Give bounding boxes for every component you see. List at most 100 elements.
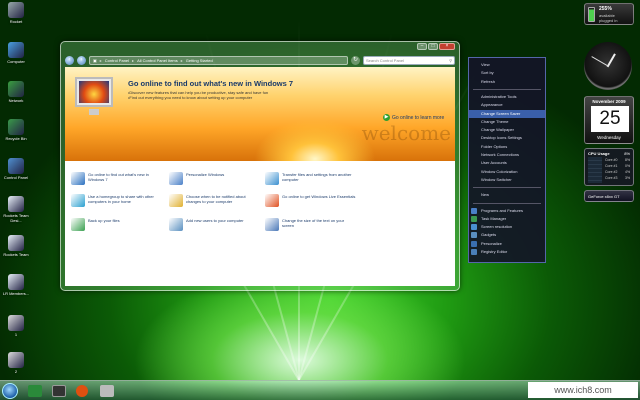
minimize-button[interactable]: – [417,43,427,50]
banner-bullet: Find out everything you need to know abo… [128,95,268,100]
menu-item[interactable]: Window Switcher [469,176,545,184]
task-label: Personalize Windows [186,172,225,177]
menu-item-icon [471,224,477,231]
clock-gadget[interactable] [584,42,632,90]
learn-more-link[interactable]: ▶ Go online to learn more [383,114,444,121]
calendar-gadget[interactable]: November 2009 25 Wednesday [584,96,634,144]
menu-item[interactable]: Change Wallpaper [469,126,545,134]
desktop-icon-recycle-bin[interactable]: Recycle Bin [2,119,30,141]
drive-icon [8,352,24,368]
menu-item-label: Change Wallpaper [481,127,514,133]
desktop-icon-rocket[interactable]: Rocket [2,2,30,24]
desktop-icon-network[interactable]: Network [2,81,30,103]
transfer-icon [265,172,279,185]
task-backup[interactable]: Back up your files [71,218,163,231]
banner-title[interactable]: Go online to find out what's new in Wind… [128,79,293,88]
menu-item[interactable]: Administrative Tools [469,93,545,101]
menu-item[interactable]: User Accounts [469,159,545,167]
control-panel-window[interactable]: – □ × ‹ › ▣ ▸ Control Panel ▸ All Contro… [60,41,460,291]
computer-icon [8,42,24,58]
cpu-title: CPU Usage [588,151,610,156]
battery-icon [588,7,595,22]
menu-item-label: Change Screen Saver [481,110,521,116]
menu-item[interactable]: Task Manager [469,215,545,223]
battery-plug-status: plugged in [599,18,618,23]
task-add-users[interactable]: Add new users to your computer [169,218,261,231]
welcome-watermark: welcome [361,121,451,145]
cpu-core-value: 3% [625,176,631,180]
desktop-icon-ie-2[interactable]: Rockets Team [2,235,30,257]
window-content: Go online to find out what's new in Wind… [65,67,455,286]
globe-icon [71,172,85,185]
task-transfer[interactable]: Transfer files and settings from another… [265,172,357,185]
menu-item[interactable]: Change Theme [469,118,545,126]
menu-item[interactable]: New [469,191,545,199]
maximize-button[interactable]: □ [428,43,438,50]
menu-item[interactable]: Window Colorization [469,168,545,176]
recycle-bin-icon [8,119,24,135]
gpu-name: GeForce x8xx GT [588,194,620,199]
menu-item-label: Change Theme [481,118,509,124]
task-notifications[interactable]: Choose when to be notified about changes… [169,194,261,207]
menu-item-label: View [481,62,490,67]
forward-button[interactable]: › [77,55,86,65]
search-input[interactable]: Search Control Panel ⚲ [363,55,455,65]
refresh-button[interactable]: ↻ [351,55,360,65]
menu-separator [473,202,541,204]
breadcrumb-separator: ▸ [132,57,135,63]
desktop-icon-label: LR Members... [2,291,30,296]
desktop-icon-label: Network [8,98,24,103]
menu-item-label: Folder Options [481,143,508,149]
task-live-essentials[interactable]: Go online to get Windows Live Essentials [265,194,357,207]
cpu-graph [588,157,602,183]
menu-item[interactable]: Network Connections [469,151,545,159]
taskbar-item-app[interactable] [98,383,116,399]
task-text-size[interactable]: Change the size of the text on your scre… [265,218,357,231]
taskbar-item-control-panel[interactable] [50,383,68,399]
breadcrumb-getting-started[interactable]: Getting Started [186,58,213,63]
taskbar-item-media[interactable] [74,383,92,399]
back-button[interactable]: ‹ [65,55,74,65]
close-button[interactable]: × [439,43,455,50]
task-whats-new[interactable]: Go online to find out what's new in Wind… [71,172,163,185]
task-label: Go online to get Windows Live Essentials [282,194,356,199]
desktop-icon-ie-3[interactable]: LR Members... [2,274,30,296]
backup-icon [71,218,85,231]
menu-item[interactable]: Sort by [469,69,545,77]
menu-item[interactable]: Refresh [469,78,545,86]
menu-item-label: Administrative Tools [481,93,517,99]
menu-item[interactable]: Personalize [469,240,545,248]
menu-item[interactable]: Registry Editor [469,248,545,256]
desktop-icon-drive-2[interactable]: 2 [2,352,30,374]
desktop-icon-control-panel[interactable]: Control Panel [2,158,30,180]
control-panel-icon [8,158,24,174]
desktop-icon-computer[interactable]: Computer [2,42,30,64]
menu-item[interactable]: Programs and Features [469,207,545,215]
address-bar[interactable]: ▣ ▸ Control Panel ▸ All Control Panel It… [89,55,348,65]
desktop-icon-label: Computer [7,59,25,64]
arrow-icon: ▶ [383,114,390,121]
site-watermark: www.ich8.com [528,382,638,398]
breadcrumb-control-panel[interactable]: Control Panel [105,58,129,63]
menu-item[interactable]: Gadgets [469,231,545,239]
desktop-icon-label: 1 [14,332,18,337]
menu-item[interactable]: Folder Options [469,143,545,151]
start-button[interactable] [2,383,18,399]
breadcrumb-all-items[interactable]: All Control Panel Items [137,58,178,63]
cpu-gadget[interactable]: CPU Usage 8% Core #0 Core #1 Core #2 Cor… [584,148,634,186]
desktop-icon-ie-1[interactable]: Rockets Team Desi... [2,196,30,223]
task-homegroup[interactable]: Use a homegroup to share with other comp… [71,194,163,207]
menu-item[interactable]: Desktop Icons Settings [469,134,545,142]
task-personalize[interactable]: Personalize Windows [169,172,261,185]
task-label: Add new users to your computer [186,218,244,223]
menu-item[interactable]: Screen resolution [469,223,545,231]
menu-item[interactable]: Appearance [469,101,545,109]
taskbar-item-explorer[interactable] [26,383,44,399]
breadcrumb-separator: ▸ [180,57,183,63]
menu-item-label: Network Connections [481,152,520,157]
gpu-gadget[interactable]: GeForce x8xx GT [584,190,634,202]
menu-item[interactable]: Change Screen Saver [469,109,545,118]
desktop-icon-drive-1[interactable]: 1 [2,315,30,337]
menu-item[interactable]: View [469,61,545,69]
battery-gadget[interactable]: 255% available plugged in [584,3,634,25]
